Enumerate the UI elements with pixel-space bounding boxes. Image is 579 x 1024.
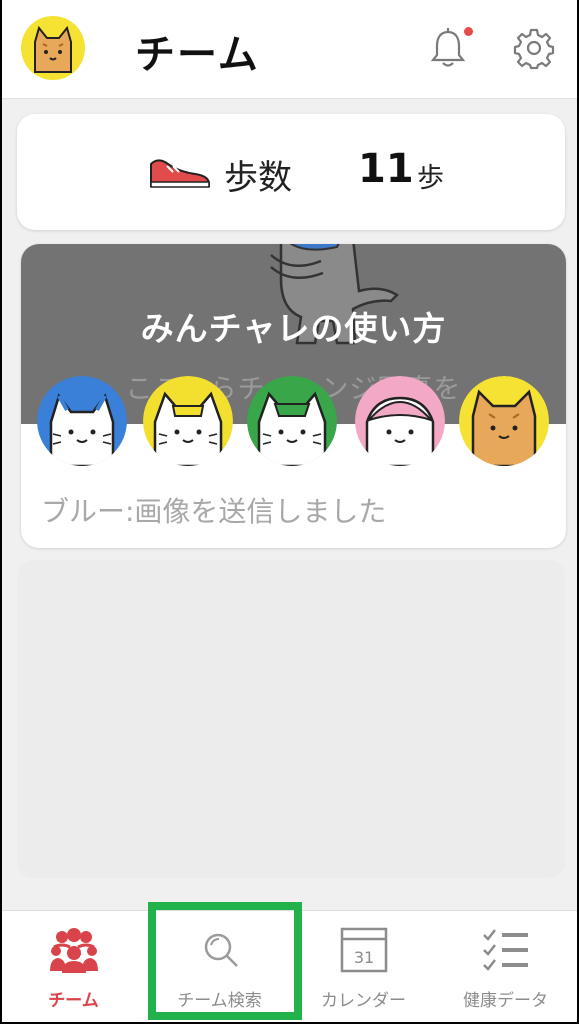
- banner-title: みんチャレの使い方: [140, 309, 447, 348]
- pink-cat-icon: [355, 376, 445, 466]
- member-avatar-pink[interactable]: [355, 376, 445, 466]
- steps-unit: 歩: [417, 163, 444, 194]
- steps-label: 歩数: [224, 158, 292, 198]
- member-avatar-green[interactable]: [247, 376, 337, 466]
- tab-label-team: チーム: [48, 991, 99, 1011]
- sneaker-icon: [150, 159, 210, 188]
- notification-dot: [464, 27, 473, 36]
- member-avatar-yellow[interactable]: [143, 376, 233, 466]
- last-message: ブルー:画像を送信しました: [41, 495, 387, 528]
- member-avatar-orange[interactable]: [459, 376, 549, 466]
- tab-label-calendar: カレンダー: [321, 991, 406, 1011]
- tab-highlight-box: [148, 902, 302, 1020]
- team-icon: [50, 928, 98, 973]
- member-avatar-blue[interactable]: [37, 376, 127, 466]
- checklist-icon: [483, 929, 528, 971]
- member-list: [21, 376, 566, 476]
- app-header: チーム: [2, 0, 577, 99]
- blue-cat-icon: [37, 376, 127, 466]
- steps-value: 11: [358, 146, 414, 192]
- tab-health-data[interactable]: 健康データ: [434, 911, 577, 1022]
- steps-card[interactable]: 歩数 11 歩: [17, 114, 565, 230]
- gear-icon[interactable]: [512, 26, 556, 70]
- tab-label-health-data: 健康データ: [463, 991, 548, 1011]
- team-card[interactable]: みんチャレの使い方 ここからチャレンジ写真を: [21, 244, 566, 548]
- empty-content-area: [17, 560, 565, 878]
- cat-avatar-icon: [34, 25, 72, 73]
- tab-calendar[interactable]: 31 カレンダー: [292, 911, 435, 1022]
- my-avatar[interactable]: [21, 16, 85, 80]
- calendar-icon: 31: [340, 927, 388, 973]
- yellow-cat-icon: [143, 376, 233, 466]
- green-cat-icon: [247, 376, 337, 466]
- calendar-day: 31: [354, 948, 374, 967]
- tab-team[interactable]: チーム: [2, 911, 145, 1022]
- page-title: チーム: [135, 32, 260, 78]
- orange-cat-icon: [459, 376, 549, 466]
- app-screen: チーム 歩数 11 歩 みんチャレの使い方 ブルー:画像を送信しました チーム …: [2, 0, 577, 1022]
